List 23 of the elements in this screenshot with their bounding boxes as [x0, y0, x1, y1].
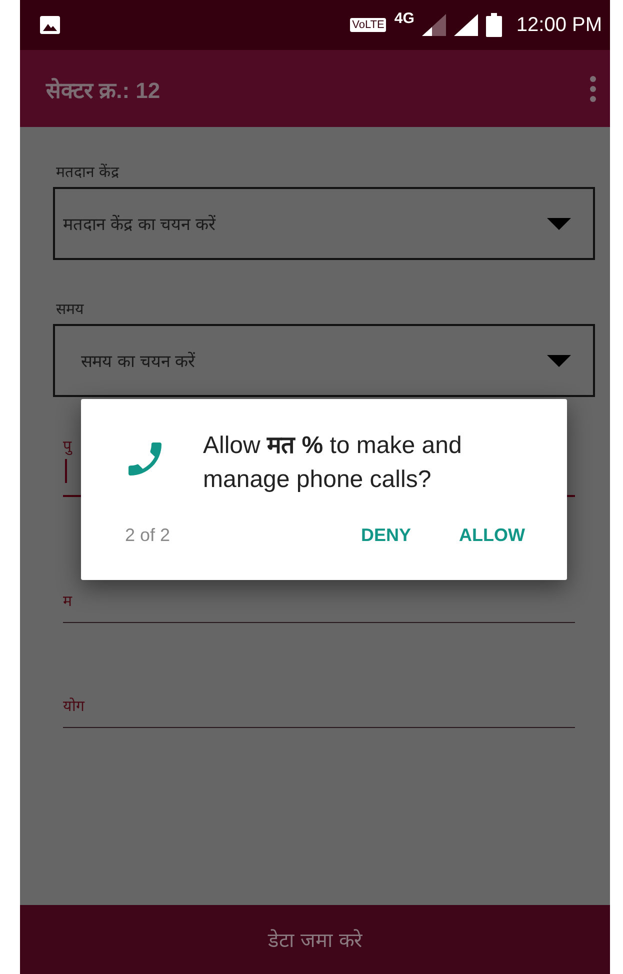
dropdown-arrow-icon [547, 354, 571, 366]
submit-button[interactable]: डेटा जमा करे [20, 905, 610, 974]
signal-icon [454, 14, 478, 36]
app-title: सेक्टर क्र.: 12 [46, 76, 160, 104]
battery-icon [486, 13, 502, 37]
dialog-button[interactable]: DENY [355, 521, 418, 550]
dialog-message: Allow मत % to make and manage phone calls? [203, 431, 463, 495]
network-type: 4G [394, 10, 414, 27]
clock: 12:00 PM [516, 14, 602, 36]
field-label: म [63, 591, 72, 610]
field-label: मतदान केंद्र [56, 162, 120, 181]
volte-badge: VoLTE [350, 18, 386, 32]
dropdown-arrow-icon [547, 218, 571, 230]
field-label: समय [56, 299, 85, 318]
field-label: योग [63, 696, 84, 715]
page-counter: 2 of 2 [125, 525, 170, 546]
dialog-button[interactable]: ALLOW [453, 521, 531, 550]
dropdown[interactable]: मतदान केंद्र का चयन करें [53, 187, 595, 260]
field-label: पु [63, 436, 72, 455]
more-options-icon[interactable] [590, 76, 596, 102]
signal-icon [422, 14, 446, 36]
dropdown[interactable]: समय का चयन करें [53, 324, 595, 397]
image-icon [39, 15, 61, 35]
